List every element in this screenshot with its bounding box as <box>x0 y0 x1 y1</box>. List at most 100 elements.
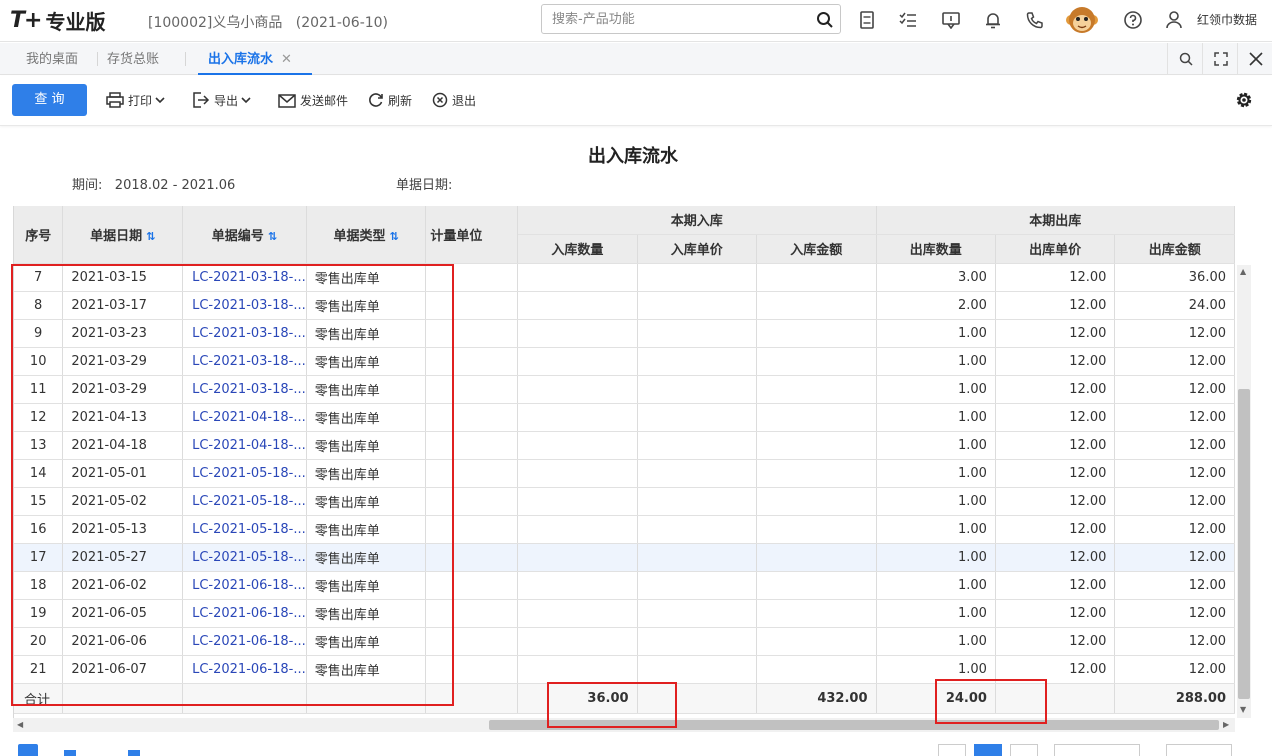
gear-icon[interactable] <box>1233 89 1255 111</box>
checkbox-icon[interactable] <box>64 750 76 756</box>
user-icon[interactable] <box>1162 8 1186 32</box>
col-out-qty[interactable]: 出库数量 <box>876 234 996 264</box>
tab-stock-flow[interactable]: 出入库流水 ✕ <box>198 43 312 75</box>
cell-out-qty: 1.00 <box>876 431 996 460</box>
cell-in-qty <box>517 599 638 628</box>
cell-in-qty <box>517 263 638 292</box>
query-button[interactable]: 查 询 <box>12 84 87 116</box>
page-size-select[interactable] <box>1054 744 1140 756</box>
cell-in-qty <box>517 571 638 600</box>
cell-in-amt <box>756 291 877 320</box>
send-mail-button[interactable]: 发送邮件 <box>278 90 348 110</box>
cell-in-qty <box>517 431 638 460</box>
search-icon[interactable] <box>816 11 834 29</box>
send-mail-label: 发送邮件 <box>300 93 349 108</box>
scroll-up-icon[interactable]: ▲ <box>1240 267 1246 276</box>
chevron-down-icon <box>155 97 165 104</box>
col-in-qty-label: 入库数量 <box>551 243 604 258</box>
vertical-scrollbar[interactable]: ▲ ▼ <box>1237 265 1251 718</box>
current-page-button[interactable] <box>974 744 1002 756</box>
scroll-down-icon[interactable]: ▼ <box>1240 705 1246 714</box>
cell-out-qty: 2.00 <box>876 291 996 320</box>
cell-in-qty <box>517 403 638 432</box>
bill-date-filter: 单据日期: <box>396 174 452 193</box>
cell-out-amt: 12.00 <box>1114 543 1235 572</box>
cell-in-price <box>637 543 758 572</box>
vertical-scroll-thumb[interactable] <box>1238 389 1250 699</box>
cell-out-amt: 12.00 <box>1114 375 1235 404</box>
period-label: 期间: <box>72 178 103 193</box>
period-filter: 期间: 2018.02 - 2021.06 <box>72 174 235 193</box>
monkey-avatar-icon[interactable] <box>1065 3 1099 37</box>
tab-search-icon[interactable] <box>1167 43 1203 74</box>
col-in-qty[interactable]: 入库数量 <box>517 234 638 264</box>
cell-out-qty: 1.00 <box>876 599 996 628</box>
refresh-button[interactable]: 刷新 <box>368 90 412 110</box>
top-bar: T+ 专业版 [100002]义乌小商品 (2021-06-10) 搜索-产品功… <box>0 0 1272 42</box>
col-out-amt[interactable]: 出库金额 <box>1114 234 1235 264</box>
prev-page-button[interactable] <box>938 744 966 756</box>
col-group-out: 本期出库 <box>876 206 1235 235</box>
fullscreen-icon[interactable] <box>1202 43 1238 74</box>
scroll-right-icon[interactable]: ▶ <box>1223 720 1229 729</box>
cell-in-amt <box>756 263 877 292</box>
period-value: 2018.02 - 2021.06 <box>114 178 236 193</box>
export-button[interactable]: 导出 <box>192 90 255 110</box>
close-all-icon[interactable] <box>1237 43 1272 74</box>
col-in-price-label: 入库单价 <box>670 243 723 258</box>
col-seq[interactable]: 序号 <box>14 206 64 264</box>
scroll-left-icon[interactable]: ◀ <box>17 720 23 729</box>
total-out-amt: 288.00 <box>1114 682 1235 714</box>
cell-out-price: 12.00 <box>995 347 1116 376</box>
col-unit[interactable]: 计量单位 <box>425 206 519 264</box>
cell-in-qty <box>517 655 638 684</box>
calculator-icon[interactable] <box>855 8 879 32</box>
col-no-label: 单据编号 <box>211 228 264 244</box>
close-icon[interactable]: ✕ <box>281 52 292 67</box>
jump-page-input[interactable] <box>1166 744 1232 756</box>
cell-in-amt <box>756 347 877 376</box>
cell-out-amt: 12.00 <box>1114 627 1235 656</box>
cell-out-price: 12.00 <box>995 319 1116 348</box>
phone-icon[interactable] <box>1023 8 1047 32</box>
next-page-button[interactable] <box>1010 744 1038 756</box>
col-date[interactable]: 单据日期 ⇅ <box>62 206 184 264</box>
cell-in-amt <box>756 431 877 460</box>
cell-in-qty <box>517 319 638 348</box>
checklist-icon[interactable] <box>896 8 920 32</box>
tab-label: 我的桌面 <box>26 52 79 67</box>
cell-in-price <box>637 515 758 544</box>
bill-date-label: 单据日期: <box>396 178 453 193</box>
cell-out-price: 12.00 <box>995 571 1116 600</box>
col-in-amt[interactable]: 入库金额 <box>756 234 877 264</box>
help-icon[interactable] <box>1121 8 1145 32</box>
app-window: T+ 专业版 [100002]义乌小商品 (2021-06-10) 搜索-产品功… <box>0 0 1272 756</box>
message-icon[interactable] <box>939 8 963 32</box>
annotation-box-rows <box>11 264 454 706</box>
col-in-price[interactable]: 入库单价 <box>637 234 758 264</box>
cell-out-price: 12.00 <box>995 263 1116 292</box>
sort-icon[interactable]: ⇅ <box>389 230 398 243</box>
notification-bell-icon[interactable] <box>981 8 1005 32</box>
tab-inventory-ledger[interactable]: 存货总账 <box>107 43 159 75</box>
cell-out-amt: 12.00 <box>1114 319 1235 348</box>
sort-icon[interactable]: ⇅ <box>268 230 277 243</box>
exit-button[interactable]: 退出 <box>432 90 476 110</box>
col-type[interactable]: 单据类型 ⇅ <box>306 206 427 264</box>
col-out-amt-label: 出库金额 <box>1148 243 1201 258</box>
col-no[interactable]: 单据编号 ⇅ <box>182 206 307 264</box>
cell-out-amt: 12.00 <box>1114 599 1235 628</box>
footer-expand-icon[interactable] <box>18 744 38 756</box>
col-out-price[interactable]: 出库单价 <box>995 234 1116 264</box>
print-button[interactable]: 打印 <box>106 90 169 110</box>
sort-icon[interactable]: ⇅ <box>146 230 155 243</box>
cell-out-amt: 12.00 <box>1114 655 1235 684</box>
total-in-amt: 432.00 <box>756 682 877 714</box>
user-name[interactable]: 红领巾数据 <box>1197 11 1257 28</box>
cell-in-qty <box>517 487 638 516</box>
tab-my-desktop[interactable]: 我的桌面 <box>26 43 78 75</box>
app-logo[interactable]: T+ 专业版 <box>10 6 105 34</box>
checkbox-icon[interactable] <box>128 750 140 756</box>
search-input[interactable] <box>542 5 812 33</box>
cell-out-amt: 12.00 <box>1114 487 1235 516</box>
